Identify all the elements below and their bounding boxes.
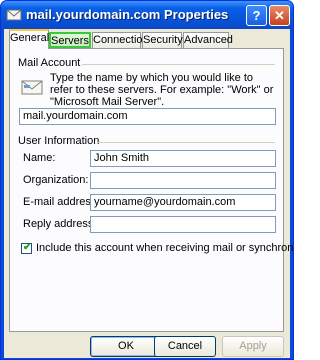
close-button[interactable]: ✕ bbox=[269, 5, 290, 26]
cancel-button[interactable]: Cancel bbox=[154, 336, 216, 357]
general-tab-panel: Mail Account Type the name by which you … bbox=[9, 48, 293, 332]
dialog-client-area: General Servers Connection Security Adva… bbox=[4, 29, 293, 358]
tab-security[interactable]: Security bbox=[142, 32, 183, 48]
reply-address-label: Reply address: bbox=[23, 218, 97, 230]
reply-address-field[interactable] bbox=[90, 216, 276, 233]
tab-advanced[interactable]: Advanced bbox=[183, 32, 233, 48]
group-divider bbox=[97, 142, 275, 143]
window-title: mail.yourdomain.com Properties bbox=[26, 7, 229, 22]
mail-account-group-label: Mail Account bbox=[18, 57, 81, 69]
apply-button[interactable]: Apply bbox=[222, 336, 284, 357]
checkmark-icon: ✔ bbox=[23, 242, 32, 253]
mail-account-icon bbox=[6, 7, 22, 23]
include-account-checkbox[interactable]: ✔ bbox=[21, 242, 32, 254]
name-field[interactable]: John Smith bbox=[90, 150, 276, 167]
help-button[interactable]: ? bbox=[246, 5, 267, 26]
ok-button[interactable]: OK bbox=[90, 336, 162, 357]
envelope-icon bbox=[20, 75, 44, 99]
include-account-label[interactable]: Include this account when receiving mail… bbox=[36, 242, 293, 254]
properties-window: mail.yourdomain.com Properties ? ✕ Gener… bbox=[0, 0, 294, 360]
account-name-field[interactable]: mail.yourdomain.com bbox=[19, 108, 276, 125]
tab-connection[interactable]: Connection bbox=[92, 32, 149, 48]
email-label: E-mail address: bbox=[23, 196, 100, 208]
mail-account-description: Type the name by which you would like to… bbox=[50, 72, 274, 108]
group-divider bbox=[82, 64, 275, 65]
title-bar[interactable]: mail.yourdomain.com Properties ? ✕ bbox=[1, 1, 293, 29]
organization-label: Organization: bbox=[23, 174, 89, 186]
name-label: Name: bbox=[23, 152, 56, 164]
user-info-group-label: User Information bbox=[18, 135, 100, 147]
tab-servers[interactable]: Servers bbox=[49, 32, 91, 48]
email-field[interactable]: yourname@yourdomain.com bbox=[90, 194, 276, 211]
organization-field[interactable] bbox=[90, 172, 276, 189]
tab-general[interactable]: General bbox=[9, 29, 49, 49]
